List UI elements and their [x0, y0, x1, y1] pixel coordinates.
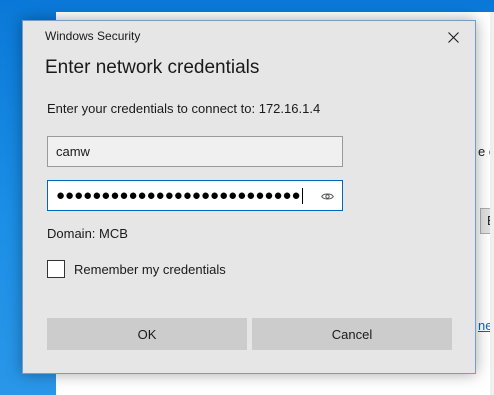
password-field[interactable]: ●●●●●●●●●●●●●●●●●●●●●●●●●●● — [47, 180, 343, 211]
close-button[interactable] — [441, 26, 465, 48]
credentials-dialog: Windows Security Enter network credentia… — [22, 20, 476, 374]
domain-label: Domain: MCB — [47, 226, 128, 241]
username-value: camw — [56, 144, 90, 159]
text-caret — [301, 187, 303, 204]
remember-credentials-checkbox[interactable]: Remember my credentials — [47, 260, 226, 278]
connection-prompt: Enter your credentials to connect to: 17… — [47, 101, 321, 116]
close-icon — [447, 31, 459, 43]
dialog-heading: Enter network credentials — [45, 57, 260, 78]
checkbox-box[interactable] — [47, 260, 65, 278]
reveal-password-button[interactable] — [320, 190, 334, 202]
cancel-button[interactable]: Cancel — [252, 318, 452, 350]
background-scrollbar[interactable] — [490, 12, 494, 395]
remember-credentials-label: Remember my credentials — [74, 261, 226, 277]
ok-button[interactable]: OK — [47, 318, 247, 350]
username-field[interactable]: camw — [47, 136, 343, 167]
password-masked-value: ●●●●●●●●●●●●●●●●●●●●●●●●●●● — [56, 188, 301, 203]
dialog-caption: Windows Security — [45, 29, 141, 43]
eye-icon — [320, 193, 334, 199]
